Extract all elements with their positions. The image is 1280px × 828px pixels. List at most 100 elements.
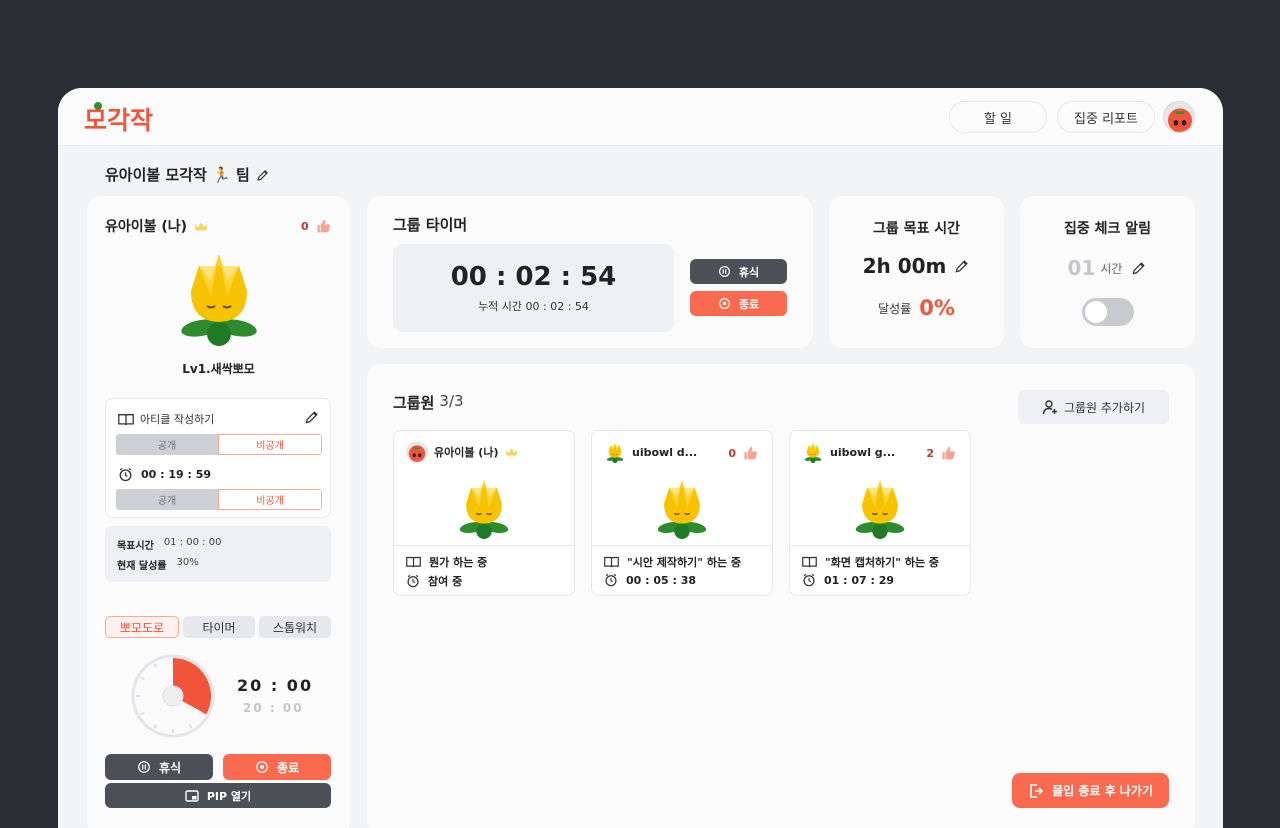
group-stop-button[interactable]: 종료 xyxy=(690,291,787,316)
member-time: 참여 중 xyxy=(428,575,463,588)
exit-label: 몰입 종료 후 나가기 xyxy=(1052,784,1153,798)
focus-report-button[interactable]: 집중 리포트 xyxy=(1057,101,1155,133)
app-logo[interactable]: 모각작 xyxy=(84,101,174,135)
my-profile-card: 유아이볼 (나) 0 Lv1.새싹뽀모 아티클 작성하기 공개 비공개 00 :… xyxy=(87,196,350,828)
group-pause-button[interactable]: 휴식 xyxy=(690,259,787,284)
pomodoro-stop-button[interactable]: 종료 xyxy=(223,754,331,780)
book-icon xyxy=(406,556,421,568)
public-option[interactable]: 공개 xyxy=(116,434,218,455)
member-name: uibowl d... xyxy=(632,445,698,459)
add-user-icon xyxy=(1042,400,1057,415)
alert-hours: 01 xyxy=(1067,256,1096,280)
todo-button[interactable]: 할 일 xyxy=(949,101,1047,133)
pomodoro-dial[interactable] xyxy=(131,654,215,738)
member-time-row: 00 : 05 : 38 xyxy=(604,573,696,587)
pip-label: PIP 열기 xyxy=(206,789,252,803)
member-time-row: 참여 중 xyxy=(406,573,462,589)
book-icon xyxy=(604,556,619,568)
member-time-row: 01 : 07 : 29 xyxy=(802,573,894,587)
member-status: "화면 캡처하기" 하는 중 xyxy=(825,556,940,569)
profile-name: 유아이볼 (나) xyxy=(105,216,209,236)
member-avatar xyxy=(406,441,428,463)
member-status-row: "화면 캡처하기" 하는 중 xyxy=(802,554,939,570)
focus-alert-toggle[interactable] xyxy=(1082,298,1134,326)
stop-icon xyxy=(255,760,269,774)
goal-time-value: 01 : 00 : 00 xyxy=(163,537,222,548)
members-title-text: 그룹원 xyxy=(393,394,435,412)
private-option-2[interactable]: 비공개 xyxy=(218,489,322,510)
alarm-clock-icon xyxy=(118,467,133,482)
group-goal-value: 2h 00m xyxy=(862,254,947,278)
progress-label: 현재 달성률 xyxy=(117,561,167,572)
alarm-clock-icon xyxy=(604,573,618,587)
add-member-button[interactable]: 그룹원 추가하기 xyxy=(1018,390,1169,424)
progress-row: 현재 달성률 30% xyxy=(117,557,199,572)
group-timer-title: 그룹 타이머 xyxy=(393,216,468,234)
thumbs-up-icon xyxy=(315,218,331,234)
pip-open-button[interactable]: PIP 열기 xyxy=(105,783,331,808)
thumbs-up-icon xyxy=(742,445,758,461)
member-status-row: 뭔가 하는 중 xyxy=(406,554,487,570)
members-title: 그룹원 3/3 xyxy=(393,392,464,413)
member-card[interactable]: 유아이볼 (나) 뭔가 하는 중 참여 중 xyxy=(393,430,575,596)
pip-icon xyxy=(185,789,199,802)
profile-likes-count: 0 xyxy=(301,219,309,233)
goal-summary: 목표시간 01 : 00 : 00 현재 달성률 30% xyxy=(105,526,331,582)
member-footer: "시안 제작하기" 하는 중 00 : 05 : 38 xyxy=(592,545,772,595)
time-visibility-toggle[interactable]: 공개 비공개 xyxy=(116,489,322,510)
member-card[interactable]: uibowl d... 0 "시안 제작하기" 하는 중 00 : 05 : 3… xyxy=(591,430,773,596)
tab-timer[interactable]: 타이머 xyxy=(183,616,255,638)
flower-character-icon xyxy=(452,475,516,539)
focus-report-label: 집중 리포트 xyxy=(1074,111,1138,127)
public-option-2[interactable]: 공개 xyxy=(116,489,218,510)
tab-stopwatch[interactable]: 스톱워치 xyxy=(259,616,331,638)
focus-alert-interval: 01 시간 xyxy=(1020,256,1195,280)
crown-icon xyxy=(504,447,519,457)
alarm-clock-icon xyxy=(802,573,816,587)
group-pause-label: 휴식 xyxy=(738,265,760,279)
team-title: 유아이볼 모각작 🏃 팀 xyxy=(105,164,270,185)
member-likes[interactable]: 0 xyxy=(728,445,758,461)
group-goal-card: 그룹 목표 시간 2h 00m 달성률 0% xyxy=(829,196,1004,348)
pencil-icon[interactable] xyxy=(256,168,270,182)
focus-alert-title: 집중 체크 알림 xyxy=(1063,221,1152,237)
logo-icon: 모각작 xyxy=(84,102,153,135)
member-likes[interactable]: 2 xyxy=(926,445,956,461)
article-visibility-toggle[interactable]: 공개 비공개 xyxy=(116,434,322,455)
toggle-knob xyxy=(1085,301,1107,323)
member-status: 뭔가 하는 중 xyxy=(429,556,488,569)
flower-avatar-icon xyxy=(802,441,824,463)
flower-avatar-icon xyxy=(604,441,626,463)
tab-pomodoro[interactable]: 뽀모도로 xyxy=(105,616,179,638)
timer-mode-tabs: 뽀모도로 타이머 스톱워치 xyxy=(105,616,331,638)
top-navigation-bar: 모각작 할 일 집중 리포트 xyxy=(58,88,1223,146)
user-avatar[interactable] xyxy=(1163,101,1195,133)
pomodoro-time-main: 20 : 00 xyxy=(237,676,314,695)
goal-time-label: 목표시간 xyxy=(117,541,154,552)
member-header: uibowl g... xyxy=(802,441,895,463)
stop-icon xyxy=(718,297,731,310)
member-header: uibowl d... xyxy=(604,441,697,463)
member-status-row: "시안 제작하기" 하는 중 xyxy=(604,554,741,570)
pomodoro-pause-button[interactable]: 휴식 xyxy=(105,754,213,780)
crown-icon xyxy=(193,221,209,232)
member-likes-count: 0 xyxy=(728,446,736,460)
member-name: uibowl g... xyxy=(830,445,896,459)
group-goal-rate-row: 달성률 0% xyxy=(829,296,1004,320)
article-box: 아티클 작성하기 공개 비공개 00 : 19 : 59 공개 비공개 xyxy=(105,398,331,518)
exit-focus-button[interactable]: 몰입 종료 후 나가기 xyxy=(1012,773,1169,808)
member-likes-count: 2 xyxy=(926,446,934,460)
alarm-clock-icon xyxy=(406,574,420,588)
edit-article-pencil-icon[interactable] xyxy=(304,409,320,425)
edit-alert-pencil-icon[interactable] xyxy=(1131,260,1147,276)
profile-likes[interactable]: 0 xyxy=(301,218,331,234)
group-timer-time: 00 : 02 : 54 xyxy=(450,262,617,292)
edit-goal-pencil-icon[interactable] xyxy=(954,258,970,274)
book-icon xyxy=(118,413,134,426)
member-footer: "화면 캡처하기" 하는 중 01 : 07 : 29 xyxy=(790,545,970,595)
profile-name-text: 유아이볼 (나) xyxy=(105,219,188,235)
private-option[interactable]: 비공개 xyxy=(218,434,322,455)
member-name: 유아이볼 (나) xyxy=(434,446,499,459)
add-member-label: 그룹원 추가하기 xyxy=(1063,400,1146,415)
member-card[interactable]: uibowl g... 2 "화면 캡처하기" 하는 중 01 : 07 : 2… xyxy=(789,430,971,596)
